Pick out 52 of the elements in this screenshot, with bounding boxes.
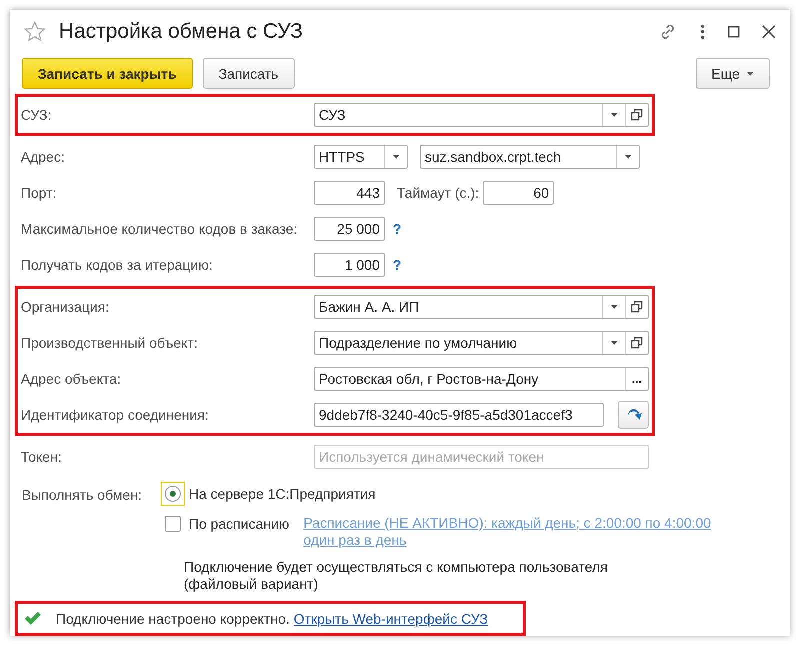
maximize-icon[interactable] [728,26,740,38]
more-button[interactable]: Еще [696,58,770,89]
caret-icon [610,113,618,117]
web-interface-link[interactable]: Открыть Web-интерфейс СУЗ [294,610,488,626]
field-label: Организация: [21,299,110,315]
checkbox[interactable] [165,516,181,532]
caret-icon [610,341,618,345]
field-label: СУЗ: [21,107,53,123]
option-label: На сервере 1С:Предприятия [189,485,376,504]
dropdown-field[interactable]: Подразделение по умолчанию [314,331,649,355]
more-icon[interactable] [700,24,706,40]
open-window-icon[interactable] [631,109,643,121]
choice-button[interactable]: ... [625,368,648,390]
text-field[interactable]: 9ddeb7f8-3240-40c5-9f85-a5d301accef3 [314,403,604,427]
caret-icon [624,155,632,159]
field-label: Производственный объект: [21,335,199,351]
save-and-close-button[interactable]: Записать и закрыть [22,58,193,89]
open-window-icon[interactable] [631,337,643,349]
info-text: Подключение будет осуществляться с компьютера пользователя (файловый вариант) [184,559,609,593]
option-label: По расписанию [189,515,290,534]
save-button[interactable]: Записать [202,58,295,89]
status-text: Подключение настроено корректно. [56,610,290,626]
number-field[interactable]: 25 000 [314,217,385,241]
number-field[interactable]: 60 [483,181,554,205]
star-icon[interactable] [24,21,46,43]
field-label: Идентификатор соединения: [21,407,210,423]
number-field[interactable]: 443 [314,181,385,205]
field-label: Выполнять обмен: [22,486,144,505]
dropdown-field[interactable]: HTTPS [314,145,408,169]
radio-button[interactable] [165,486,181,502]
curved-arrow-icon [626,408,642,422]
field-label: Таймаут (с.): [397,185,480,201]
text-field[interactable]: Ростовская обл, г Ростов-на-Дону ... [314,367,649,391]
field-label: Максимальное количество кодов в заказе: [21,221,299,237]
close-icon[interactable] [762,25,776,39]
open-window-icon[interactable] [631,301,643,313]
field-label: Адрес объекта: [21,371,122,387]
dropdown-field[interactable]: СУЗ [314,103,649,127]
caret-icon [392,155,400,159]
caret-icon [610,305,618,309]
field-label: Адрес: [21,149,66,165]
dropdown-field[interactable]: Бажин А. А. ИП [314,295,649,319]
caret-icon [747,72,754,76]
dropdown-field[interactable]: suz.sandbox.crpt.tech [420,145,640,169]
field-label: Получать кодов за итерацию: [21,257,214,273]
field-label: Порт: [21,185,58,201]
number-field[interactable]: 1 000 [314,253,385,277]
help-link[interactable]: ? [393,257,402,273]
field-label: Токен: [21,449,63,465]
window-title: Настройка обмена с СУЗ [59,20,304,44]
help-link[interactable]: ? [393,221,402,237]
refresh-button[interactable] [618,401,649,429]
